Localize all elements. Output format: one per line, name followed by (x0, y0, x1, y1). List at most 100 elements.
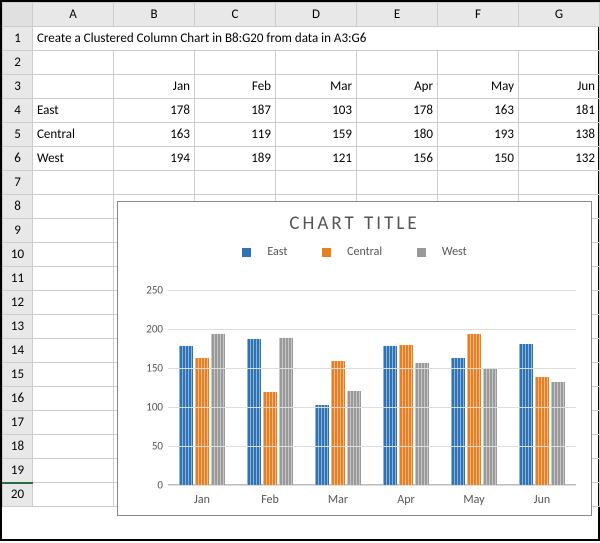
row-header-3[interactable]: 3 (3, 75, 33, 99)
chart-y-tick: 150 (133, 362, 163, 375)
chart-bar (211, 334, 225, 485)
col-header-E[interactable]: E (357, 3, 438, 27)
row-header-1[interactable]: 1 (3, 27, 33, 51)
legend-label-west: West (442, 245, 467, 259)
row-header-13[interactable]: 13 (3, 315, 33, 339)
legend-swatch-central (322, 248, 331, 257)
cell-F3[interactable]: May (438, 75, 519, 99)
cell-B6[interactable]: 194 (114, 147, 195, 171)
chart-bar (535, 377, 549, 485)
chart-bar-group (168, 290, 236, 485)
cell-C3[interactable]: Feb (195, 75, 276, 99)
cell-G4[interactable]: 181 (519, 99, 600, 123)
corner-cell[interactable] (3, 3, 33, 27)
cell-C6[interactable]: 189 (195, 147, 276, 171)
chart-bar-group (304, 290, 372, 485)
row-header-10[interactable]: 10 (3, 243, 33, 267)
col-header-G[interactable]: G (519, 3, 600, 27)
col-header-B[interactable]: B (114, 3, 195, 27)
cell-F5[interactable]: 193 (438, 123, 519, 147)
chart-legend: East Central West (118, 245, 591, 259)
cell-D6[interactable]: 121 (276, 147, 357, 171)
chart-bar (331, 361, 345, 485)
chart-bar (383, 346, 397, 485)
chart-bar (399, 345, 413, 485)
chart-y-tick: 200 (133, 323, 163, 336)
cell-C4[interactable]: 187 (195, 99, 276, 123)
row-header-15[interactable]: 15 (3, 363, 33, 387)
cell-A5[interactable]: Central (33, 123, 114, 147)
cell-E4[interactable]: 178 (357, 99, 438, 123)
chart-bar (347, 391, 361, 485)
cell-A2[interactable] (33, 51, 114, 75)
cell-A1[interactable]: Create a Clustered Column Chart in B8:G2… (33, 27, 600, 51)
row-header-6[interactable]: 6 (3, 147, 33, 171)
chart-bar-group (372, 290, 440, 485)
cell-D3[interactable]: Mar (276, 75, 357, 99)
cell-A3[interactable] (33, 75, 114, 99)
chart-bar (467, 334, 481, 485)
cell-E5[interactable]: 180 (357, 123, 438, 147)
cell-F6[interactable]: 150 (438, 147, 519, 171)
row-header-4[interactable]: 4 (3, 99, 33, 123)
chart-title: CHART TITLE (118, 212, 591, 235)
cell-A19-active[interactable] (33, 459, 114, 483)
row-header-16[interactable]: 16 (3, 387, 33, 411)
row-header-5[interactable]: 5 (3, 123, 33, 147)
legend-label-east: East (267, 245, 287, 259)
cell-B3[interactable]: Jan (114, 75, 195, 99)
legend-swatch-west (417, 248, 426, 257)
chart-x-tick: Jun (508, 493, 576, 507)
chart-x-tick: Apr (372, 493, 440, 507)
chart-bar (195, 358, 209, 485)
cell-A6[interactable]: West (33, 147, 114, 171)
col-header-F[interactable]: F (438, 3, 519, 27)
cell-G3[interactable]: Jun (519, 75, 600, 99)
chart-bar (551, 382, 565, 485)
chart-x-tick: Jan (168, 493, 236, 507)
chart-y-tick: 0 (133, 479, 163, 492)
cell-F4[interactable]: 163 (438, 99, 519, 123)
chart-bar (519, 344, 533, 485)
col-header-A[interactable]: A (33, 3, 114, 27)
cell-G6[interactable]: 132 (519, 147, 600, 171)
chart-bar (415, 363, 429, 485)
chart-y-tick: 250 (133, 284, 163, 297)
chart-x-tick: Feb (236, 493, 304, 507)
chart-bar (247, 339, 261, 485)
row-header-20[interactable]: 20 (3, 483, 33, 507)
row-header-12[interactable]: 12 (3, 291, 33, 315)
cell-B4[interactable]: 178 (114, 99, 195, 123)
cell-D4[interactable]: 103 (276, 99, 357, 123)
row-header-7[interactable]: 7 (3, 171, 33, 195)
cell-E6[interactable]: 156 (357, 147, 438, 171)
row-header-2[interactable]: 2 (3, 51, 33, 75)
col-header-D[interactable]: D (276, 3, 357, 27)
cell-E3[interactable]: Apr (357, 75, 438, 99)
cell-G5[interactable]: 138 (519, 123, 600, 147)
legend-swatch-east (242, 248, 251, 257)
row-header-18[interactable]: 18 (3, 435, 33, 459)
cell-C5[interactable]: 119 (195, 123, 276, 147)
chart-x-tick: May (440, 493, 508, 507)
col-header-C[interactable]: C (195, 3, 276, 27)
chart-bar (483, 368, 497, 485)
legend-label-central: Central (347, 245, 382, 259)
clustered-column-chart[interactable]: CHART TITLE East Central West 0501001502… (117, 201, 592, 516)
cell-A4[interactable]: East (33, 99, 114, 123)
cell-B5[interactable]: 163 (114, 123, 195, 147)
row-header-19[interactable]: 19 (3, 459, 33, 483)
row-header-11[interactable]: 11 (3, 267, 33, 291)
chart-bar (315, 405, 329, 485)
row-header-17[interactable]: 17 (3, 411, 33, 435)
chart-x-tick: Mar (304, 493, 372, 507)
row-header-8[interactable]: 8 (3, 195, 33, 219)
chart-bar-group (440, 290, 508, 485)
chart-gridline (168, 407, 576, 408)
chart-bar (451, 358, 465, 485)
cell-D5[interactable]: 159 (276, 123, 357, 147)
chart-bar-group (508, 290, 576, 485)
row-header-9[interactable]: 9 (3, 219, 33, 243)
row-header-14[interactable]: 14 (3, 339, 33, 363)
chart-x-axis: JanFebMarAprMayJun (168, 493, 576, 507)
